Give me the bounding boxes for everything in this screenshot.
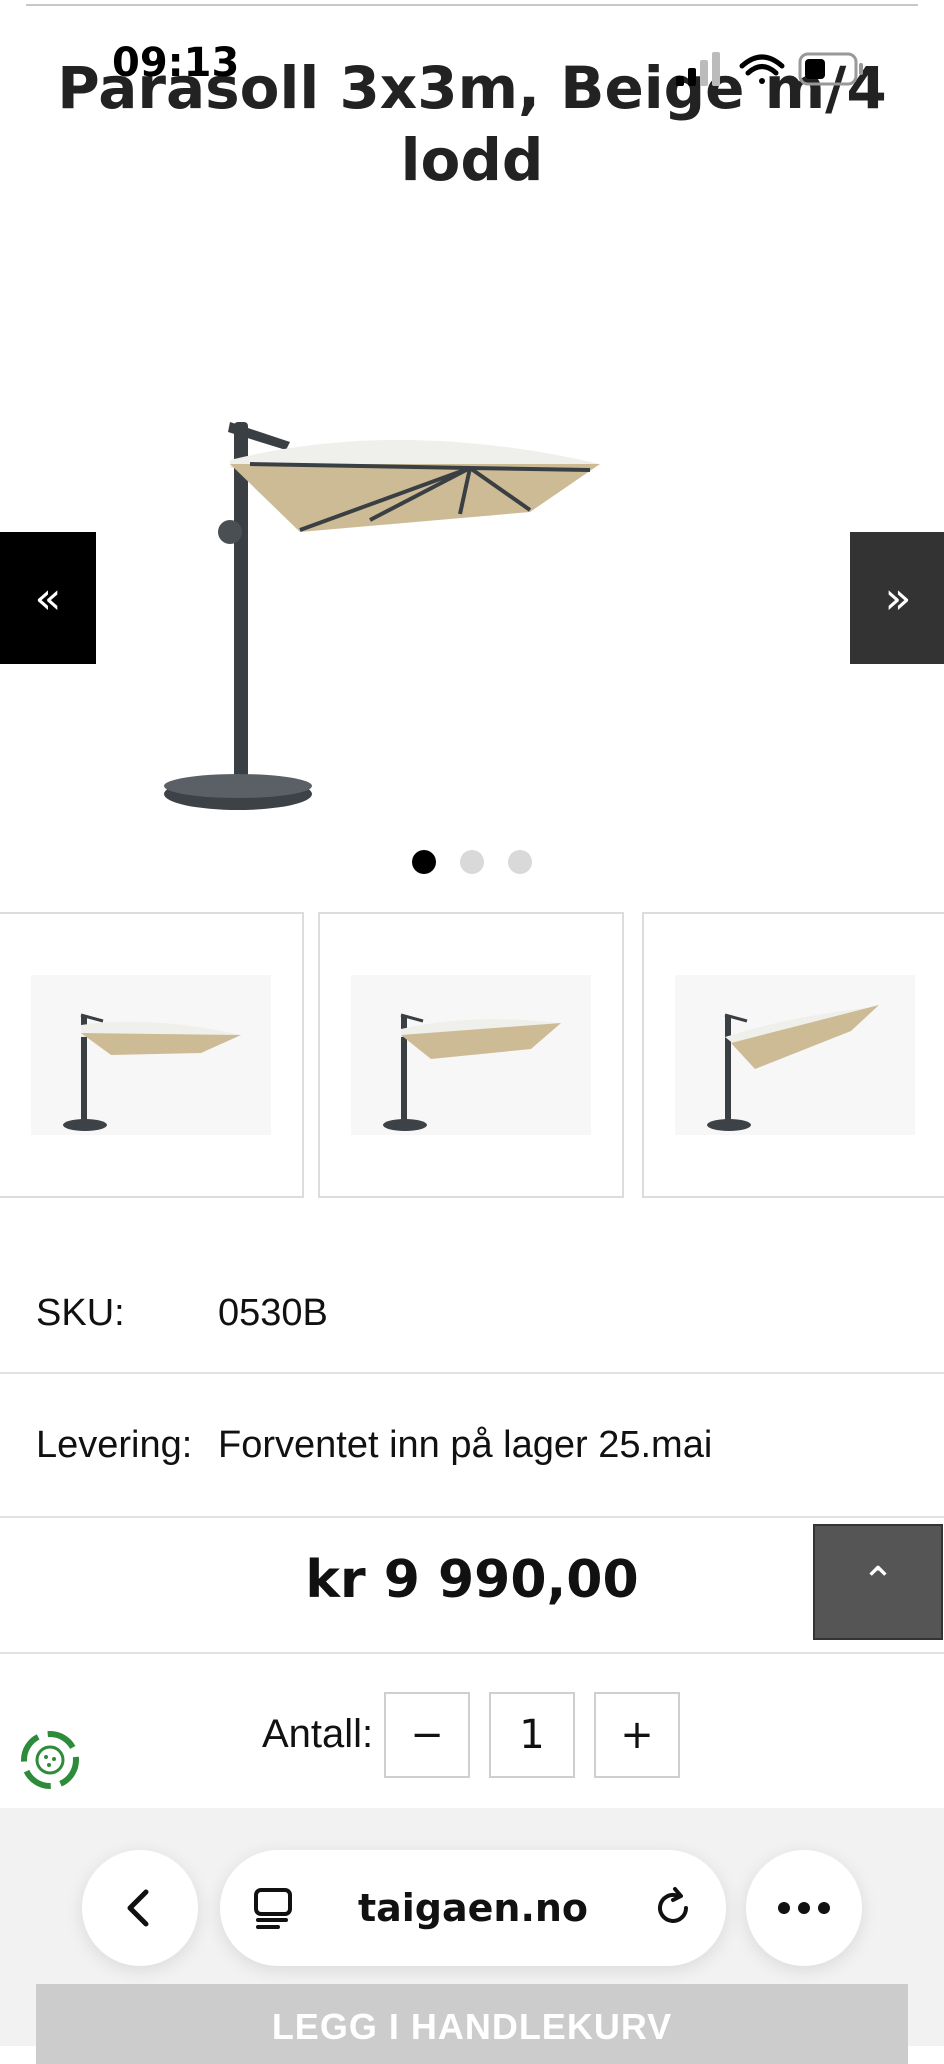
sku-value: 0530B: [218, 1292, 328, 1334]
thumbnail-image: [675, 975, 915, 1135]
gallery-prev-button[interactable]: «: [0, 532, 96, 664]
gallery-dot[interactable]: [412, 850, 436, 874]
browser-back-button[interactable]: [82, 1850, 198, 1966]
product-price: kr 9 990,00: [305, 1550, 639, 1610]
quantity-input[interactable]: 1: [489, 1692, 575, 1778]
address-bar-url: taigaen.no: [357, 1886, 589, 1930]
delivery-value: Forventet inn på lager 25.mai: [218, 1424, 713, 1466]
thumbnail-image: [351, 975, 591, 1135]
browser-more-button[interactable]: [746, 1850, 862, 1966]
divider: [0, 1652, 944, 1654]
quantity-increase-button[interactable]: +: [594, 1692, 680, 1778]
gallery-next-button[interactable]: »: [850, 532, 944, 664]
eco-badge-icon[interactable]: [16, 1726, 84, 1794]
address-bar[interactable]: taigaen.no: [220, 1850, 726, 1966]
gallery-dots: [0, 850, 944, 874]
signal-icon: [676, 52, 720, 86]
gallery-dot[interactable]: [460, 850, 484, 874]
scroll-to-top-button[interactable]: ⌃: [813, 1524, 943, 1640]
chevron-left-icon: [127, 1889, 149, 1927]
thumbnail[interactable]: [318, 912, 624, 1198]
product-image: [164, 422, 600, 810]
add-to-cart-button[interactable]: LEGG I HANDLEKURV: [36, 1984, 908, 2064]
status-icons: [676, 52, 863, 86]
divider: [0, 1516, 944, 1518]
delivery-label: Levering:: [36, 1424, 193, 1466]
tabs-icon: [254, 1888, 292, 1929]
more-icon: [778, 1902, 830, 1914]
wifi-icon: [739, 54, 785, 84]
gallery-dot[interactable]: [508, 850, 532, 874]
thumbnail[interactable]: [0, 912, 304, 1198]
quantity-decrease-button[interactable]: −: [384, 1692, 470, 1778]
thumbnail-image: [31, 975, 271, 1135]
battery-icon: [798, 52, 863, 86]
reload-icon[interactable]: [650, 1885, 696, 1931]
sku-label: SKU:: [36, 1292, 125, 1334]
thumbnail[interactable]: [642, 912, 944, 1198]
top-divider: [26, 4, 918, 6]
divider: [0, 1372, 944, 1374]
quantity-label: Antall:: [262, 1712, 374, 1756]
status-time: 09:13: [112, 40, 240, 86]
